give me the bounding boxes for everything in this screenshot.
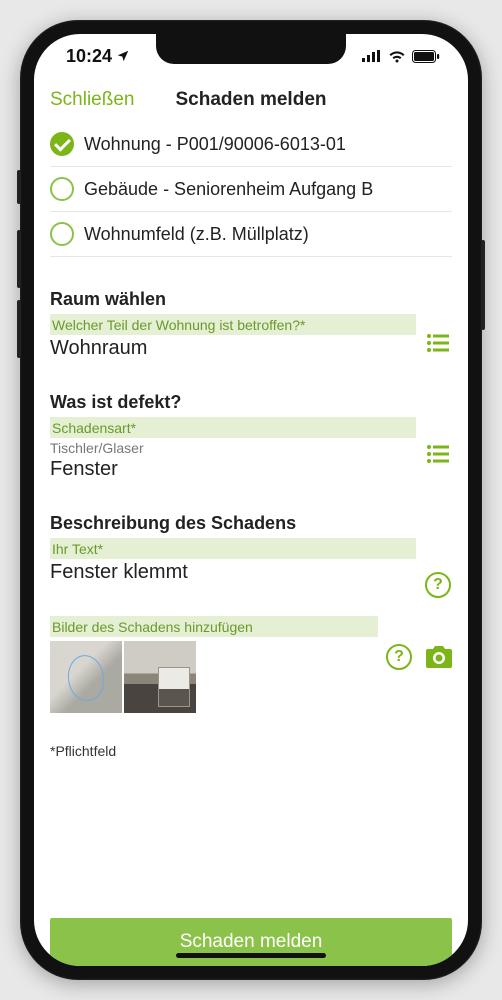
screen: 10:24 Schließen Schaden melden Wohnung -…: [34, 34, 468, 966]
cellular-icon: [362, 50, 382, 62]
location-option-wohnung[interactable]: Wohnung - P001/90006-6013-01: [50, 122, 452, 167]
description-band-label: Ihr Text*: [50, 538, 416, 559]
photo-thumbnail[interactable]: [124, 641, 196, 713]
photos-band-label: Bilder des Schadens hinzufügen: [50, 616, 378, 637]
description-help-button[interactable]: ?: [424, 538, 452, 598]
location-option-label: Gebäude - Seniorenheim Aufgang B: [84, 179, 373, 200]
photos-actions: ?: [386, 616, 452, 670]
status-right: [362, 50, 440, 63]
camera-icon[interactable]: [426, 646, 452, 668]
location-option-wohnumfeld[interactable]: Wohnumfeld (z.B. Müllplatz): [50, 212, 452, 257]
description-field[interactable]: Ihr Text* Fenster klemmt ?: [50, 538, 452, 598]
description-heading: Beschreibung des Schadens: [50, 513, 452, 534]
battery-icon: [412, 50, 440, 63]
photo-thumbnail[interactable]: [50, 641, 122, 713]
defect-heading: Was ist defekt?: [50, 392, 452, 413]
home-indicator[interactable]: [176, 953, 326, 958]
side-button: [17, 300, 21, 358]
room-heading: Raum wählen: [50, 289, 452, 310]
submit-button[interactable]: Schaden melden: [50, 918, 452, 966]
help-icon: ?: [425, 572, 451, 598]
page-title: Schaden melden: [176, 89, 327, 111]
location-option-label: Wohnung - P001/90006-6013-01: [84, 134, 346, 155]
side-button: [481, 240, 485, 330]
notch: [156, 34, 346, 64]
content-scroll[interactable]: Wohnung - P001/90006-6013-01 Gebäude - S…: [34, 122, 468, 904]
required-note: *Pflichtfeld: [50, 743, 452, 759]
defect-band-label: Schadensart*: [50, 417, 416, 438]
phone-frame: 10:24 Schließen Schaden melden Wohnung -…: [20, 20, 482, 980]
room-band-label: Welcher Teil der Wohnung ist betroffen?*: [50, 314, 416, 335]
defect-category: Tischler/Glaser: [50, 440, 416, 456]
navbar: Schließen Schaden melden: [34, 78, 468, 122]
list-icon: [427, 445, 449, 463]
room-value: Wohnraum: [50, 337, 416, 360]
help-icon[interactable]: ?: [386, 644, 412, 670]
photos-field: Bilder des Schadens hinzufügen ?: [50, 616, 452, 713]
photos-strip: [50, 641, 378, 713]
radio-checked-icon: [50, 132, 74, 156]
defect-field[interactable]: Schadensart* Tischler/Glaser Fenster: [50, 417, 452, 481]
defect-value: Fenster: [50, 458, 416, 481]
status-time: 10:24: [66, 46, 112, 67]
side-button: [17, 170, 21, 204]
status-time-group: 10:24: [66, 46, 130, 67]
location-option-gebaeude[interactable]: Gebäude - Seniorenheim Aufgang B: [50, 167, 452, 212]
room-picker-button[interactable]: [424, 314, 452, 352]
defect-picker-button[interactable]: [424, 417, 452, 463]
radio-unchecked-icon: [50, 177, 74, 201]
list-icon: [427, 334, 449, 352]
radio-unchecked-icon: [50, 222, 74, 246]
location-arrow-icon: [116, 49, 130, 63]
close-button[interactable]: Schließen: [50, 89, 135, 111]
submit-button-label: Schaden melden: [180, 931, 323, 953]
side-button: [17, 230, 21, 288]
room-field[interactable]: Welcher Teil der Wohnung ist betroffen?*…: [50, 314, 452, 360]
location-option-label: Wohnumfeld (z.B. Müllplatz): [84, 224, 309, 245]
description-value: Fenster klemmt: [50, 561, 416, 584]
wifi-icon: [388, 50, 406, 63]
